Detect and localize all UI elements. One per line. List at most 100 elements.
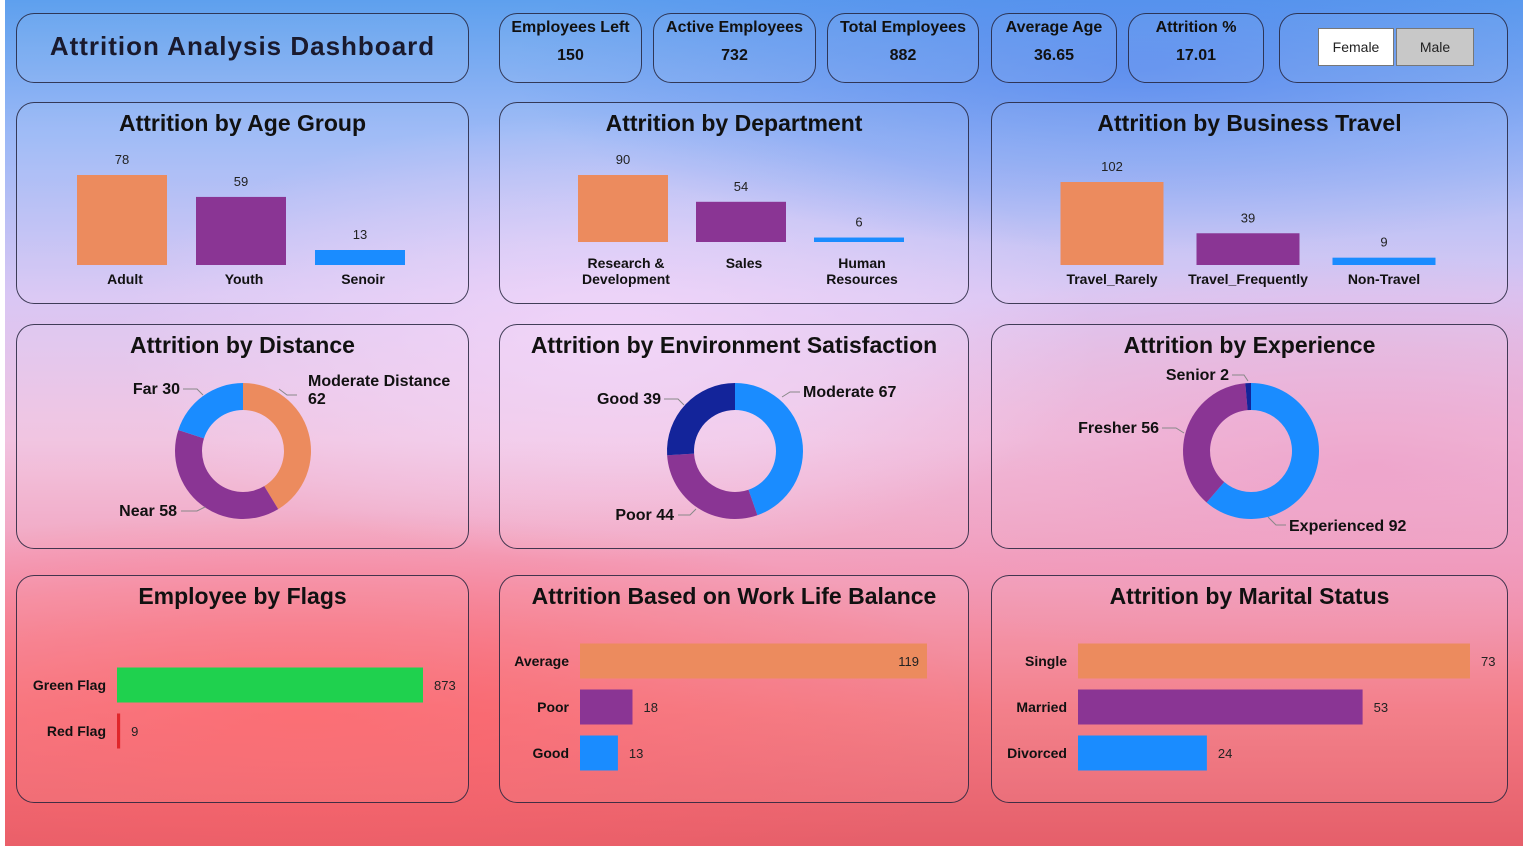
kpi-value: 36.65 [1033,47,1075,64]
bar-2 [117,713,121,749]
leader-line [1232,374,1249,382]
leader-line [181,506,206,512]
panel-age-group: Attrition by Age Group 78 Adult 59 Youth 13 S… [16,102,469,304]
dashboard-title-card: Attrition Analysis Dashboard [16,13,469,83]
bar-1 [1078,643,1470,679]
kpi-total-employees: Total Employees 882 [827,13,979,83]
kpi-active-employees: Active Employees 732 [653,13,816,83]
data-label: 6 [855,215,862,230]
kpi-label: Attrition % [1155,19,1237,36]
kpi-label: Employees Left [511,19,630,36]
distance-donut-chart: Moderate Distance 62 Near 58 Far 30 [119,373,450,520]
category-label: Human Resources [826,255,898,287]
slice-label: Fresher 56 [1078,420,1159,437]
slice-2 [667,453,758,519]
category-label: Sales [726,255,763,271]
category-label: Adult [107,271,143,287]
panel-environment: Attrition by Environment Satisfaction Mo… [499,324,969,549]
bar-3 [580,735,618,771]
data-label: 119 [898,654,919,669]
slice-label: Senior 2 [1166,367,1229,384]
panel-business-travel: Attrition by Business Travel 102 Travel_R… [991,102,1508,304]
slice-3 [178,383,243,439]
gender-filter: Female Male [1279,13,1508,83]
slice-2 [1183,383,1248,503]
data-label: 9 [131,724,138,739]
bar-1 [578,175,668,242]
bar-3 [315,250,405,265]
slice-label: Moderate 67 [803,384,896,401]
male-button[interactable]: Male [1396,28,1474,66]
slice-3 [667,383,735,456]
bar-3 [814,237,904,242]
bar-3 [1332,257,1436,265]
category-label: Single [1025,653,1067,669]
data-label: 873 [434,678,456,693]
category-label: Poor [537,699,569,715]
category-label: Non-Travel [1348,271,1420,287]
panel-work-life: Attrition Based on Work Life Balance Ave… [499,575,969,803]
category-label: Good [532,745,569,761]
leader-line [664,398,685,406]
kpi-attrition-percent: Attrition % 17.01 [1128,13,1264,83]
data-label: 54 [734,179,748,194]
page-title: Attrition Analysis Dashboard [49,31,436,61]
bar-2 [196,196,286,265]
data-label: 90 [616,152,630,167]
panel-flags: Employee by Flags Green Flag 873 Red Flag 9 [16,575,469,803]
bar-2 [1196,233,1300,265]
kpi-label: Total Employees [840,19,966,36]
slice-label: Moderate Distance 62 [308,373,450,408]
bar-1 [1060,182,1164,265]
slice-2 [175,429,279,519]
kpi-value: 732 [721,47,748,64]
kpi-value: 150 [557,47,584,64]
category-label: Travel_Rarely [1066,271,1157,287]
environment-donut-chart: Moderate 67 Poor 44 Good 39 [597,383,896,524]
category-label: Travel_Frequently [1188,271,1308,287]
category-label: Divorced [1007,745,1067,761]
bar-3 [1078,735,1207,771]
panel-department: Attrition by Department 90 Research & Deve… [499,102,969,304]
data-label: 53 [1374,700,1388,715]
category-label: Research & Development [582,255,670,287]
slice-label: Good 39 [597,391,661,408]
category-label: Green Flag [33,677,106,693]
kpi-average-age: Average Age 36.65 [991,13,1117,83]
department-bar-chart: 90 Research & Development 54 Sales 6 Human Reso… [578,152,904,287]
data-label: 13 [629,746,643,761]
data-label: 18 [643,700,657,715]
bar-2 [696,201,786,242]
data-label: 39 [1241,210,1255,225]
category-label: Married [1016,699,1067,715]
bar-2 [580,689,633,725]
leader-line [183,388,204,396]
kpi-employees-left: Employees Left 150 [499,13,642,83]
category-label: Red Flag [47,723,106,739]
kpi-label: Active Employees [666,19,803,36]
leader-line [1162,427,1185,434]
panel-experience: Attrition by Experience Experienced 92 Fr… [991,324,1508,549]
panel-marital: Attrition by Marital Status Single 73 Marr… [991,575,1508,803]
data-label: 13 [353,227,367,242]
business-travel-bar-chart: 102 Travel_Rarely 39 Travel_Frequently 9 Non-… [1060,159,1436,287]
kpi-label: Average Age [1005,19,1103,36]
bar-1 [580,643,927,679]
flags-hbar-chart: Green Flag 873 Red Flag 9 [33,667,456,749]
kpi-value: 882 [889,47,917,64]
female-button[interactable]: Female [1318,28,1394,66]
data-label: 59 [234,174,248,189]
work-life-hbar-chart: Average 119 Poor 18 Good 13 [514,643,927,771]
slice-label: Experienced 92 [1289,518,1407,535]
category-label: Youth [225,271,264,287]
bar-2 [1078,689,1363,725]
data-label: 9 [1380,235,1387,250]
bar-1 [117,667,423,703]
slice-1 [243,383,311,510]
leader-line [278,388,297,396]
marital-hbar-chart: Single 73 Married 53 Divorced 24 [1007,643,1495,771]
data-label: 102 [1101,159,1123,174]
panel-distance: Attrition by Distance Moderate Distance 6… [16,324,469,549]
slice-label: Far 30 [133,381,180,398]
leader-line [678,508,697,516]
